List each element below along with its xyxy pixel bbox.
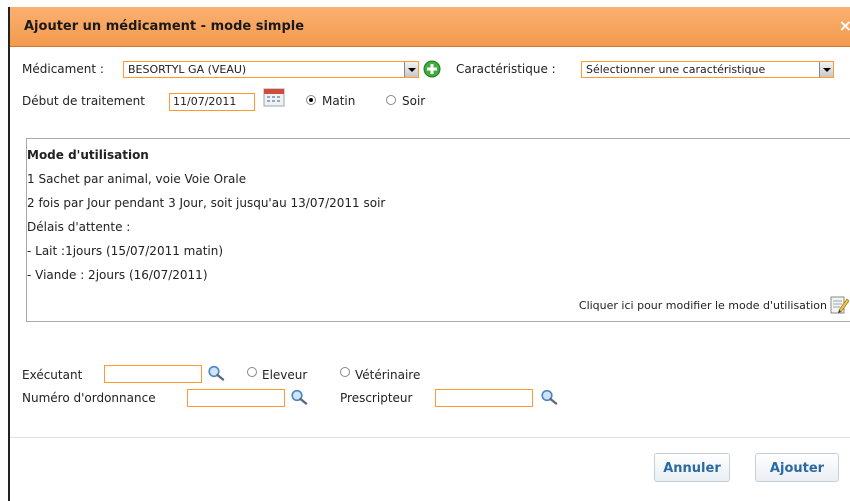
dialog-title: Ajouter un médicament - mode simple	[24, 19, 305, 34]
matin-radio[interactable]	[306, 95, 316, 105]
mode-line: Délais d'attente :	[27, 220, 131, 234]
dialog-titlebar: Ajouter un médicament - mode simple ×	[10, 7, 850, 47]
veterinaire-label: Vétérinaire	[355, 368, 421, 382]
veterinaire-radio[interactable]	[340, 367, 350, 377]
medicament-select[interactable]: BESORTYL GA (VEAU)	[123, 61, 419, 78]
executant-label: Exécutant	[22, 368, 83, 382]
eleveur-label: Eleveur	[262, 368, 308, 382]
footer-separator	[10, 437, 850, 438]
dialog-window: Ajouter un médicament - mode simple × Mé…	[8, 7, 850, 501]
edit-note-icon[interactable]	[829, 294, 849, 314]
caracteristique-value: Sélectionner une caractéristique	[586, 63, 766, 76]
prescripteur-label: Prescripteur	[340, 391, 413, 405]
debut-traitement-input[interactable]: 11/07/2011	[169, 93, 255, 111]
cancel-button[interactable]: Annuler	[654, 453, 730, 482]
search-icon[interactable]	[207, 365, 225, 381]
medicament-value: BESORTYL GA (VEAU)	[128, 63, 247, 76]
caracteristique-select[interactable]: Sélectionner une caractéristique	[581, 61, 834, 78]
mode-utilisation-title: Mode d'utilisation	[27, 148, 149, 162]
prescripteur-input[interactable]	[435, 389, 533, 407]
caracteristique-label: Caractéristique :	[456, 62, 556, 76]
search-icon[interactable]	[290, 389, 308, 405]
ordonnance-label: Numéro d'ordonnance	[22, 391, 156, 405]
mode-line: - Viande : 2jours (16/07/2011)	[27, 268, 208, 282]
debut-traitement-label: Début de traitement	[22, 94, 145, 108]
search-icon[interactable]	[540, 389, 558, 405]
chevron-down-icon[interactable]	[404, 62, 418, 77]
executant-input[interactable]	[104, 365, 202, 383]
mode-line: 2 fois par Jour pendant 3 Jour, soit jus…	[27, 196, 386, 210]
soir-radio[interactable]	[386, 95, 396, 105]
mode-utilisation-box: Mode d'utilisation 1 Sachet par animal, …	[26, 138, 850, 322]
matin-label: Matin	[322, 94, 356, 108]
ordonnance-input[interactable]	[187, 389, 285, 407]
close-icon[interactable]: ×	[839, 16, 850, 35]
add-button[interactable]: Ajouter	[755, 453, 839, 482]
calendar-icon[interactable]	[262, 84, 286, 108]
mode-line: 1 Sachet par animal, voie Voie Orale	[27, 172, 247, 186]
mode-line: - Lait :1jours (15/07/2011 matin)	[27, 244, 224, 258]
eleveur-radio[interactable]	[247, 367, 257, 377]
add-circle-icon[interactable]	[423, 60, 441, 78]
modify-mode-link[interactable]: Cliquer ici pour modifier le mode d'util…	[579, 299, 827, 312]
soir-label: Soir	[402, 94, 426, 108]
medicament-label: Médicament :	[22, 62, 104, 76]
chevron-down-icon[interactable]	[819, 62, 833, 77]
